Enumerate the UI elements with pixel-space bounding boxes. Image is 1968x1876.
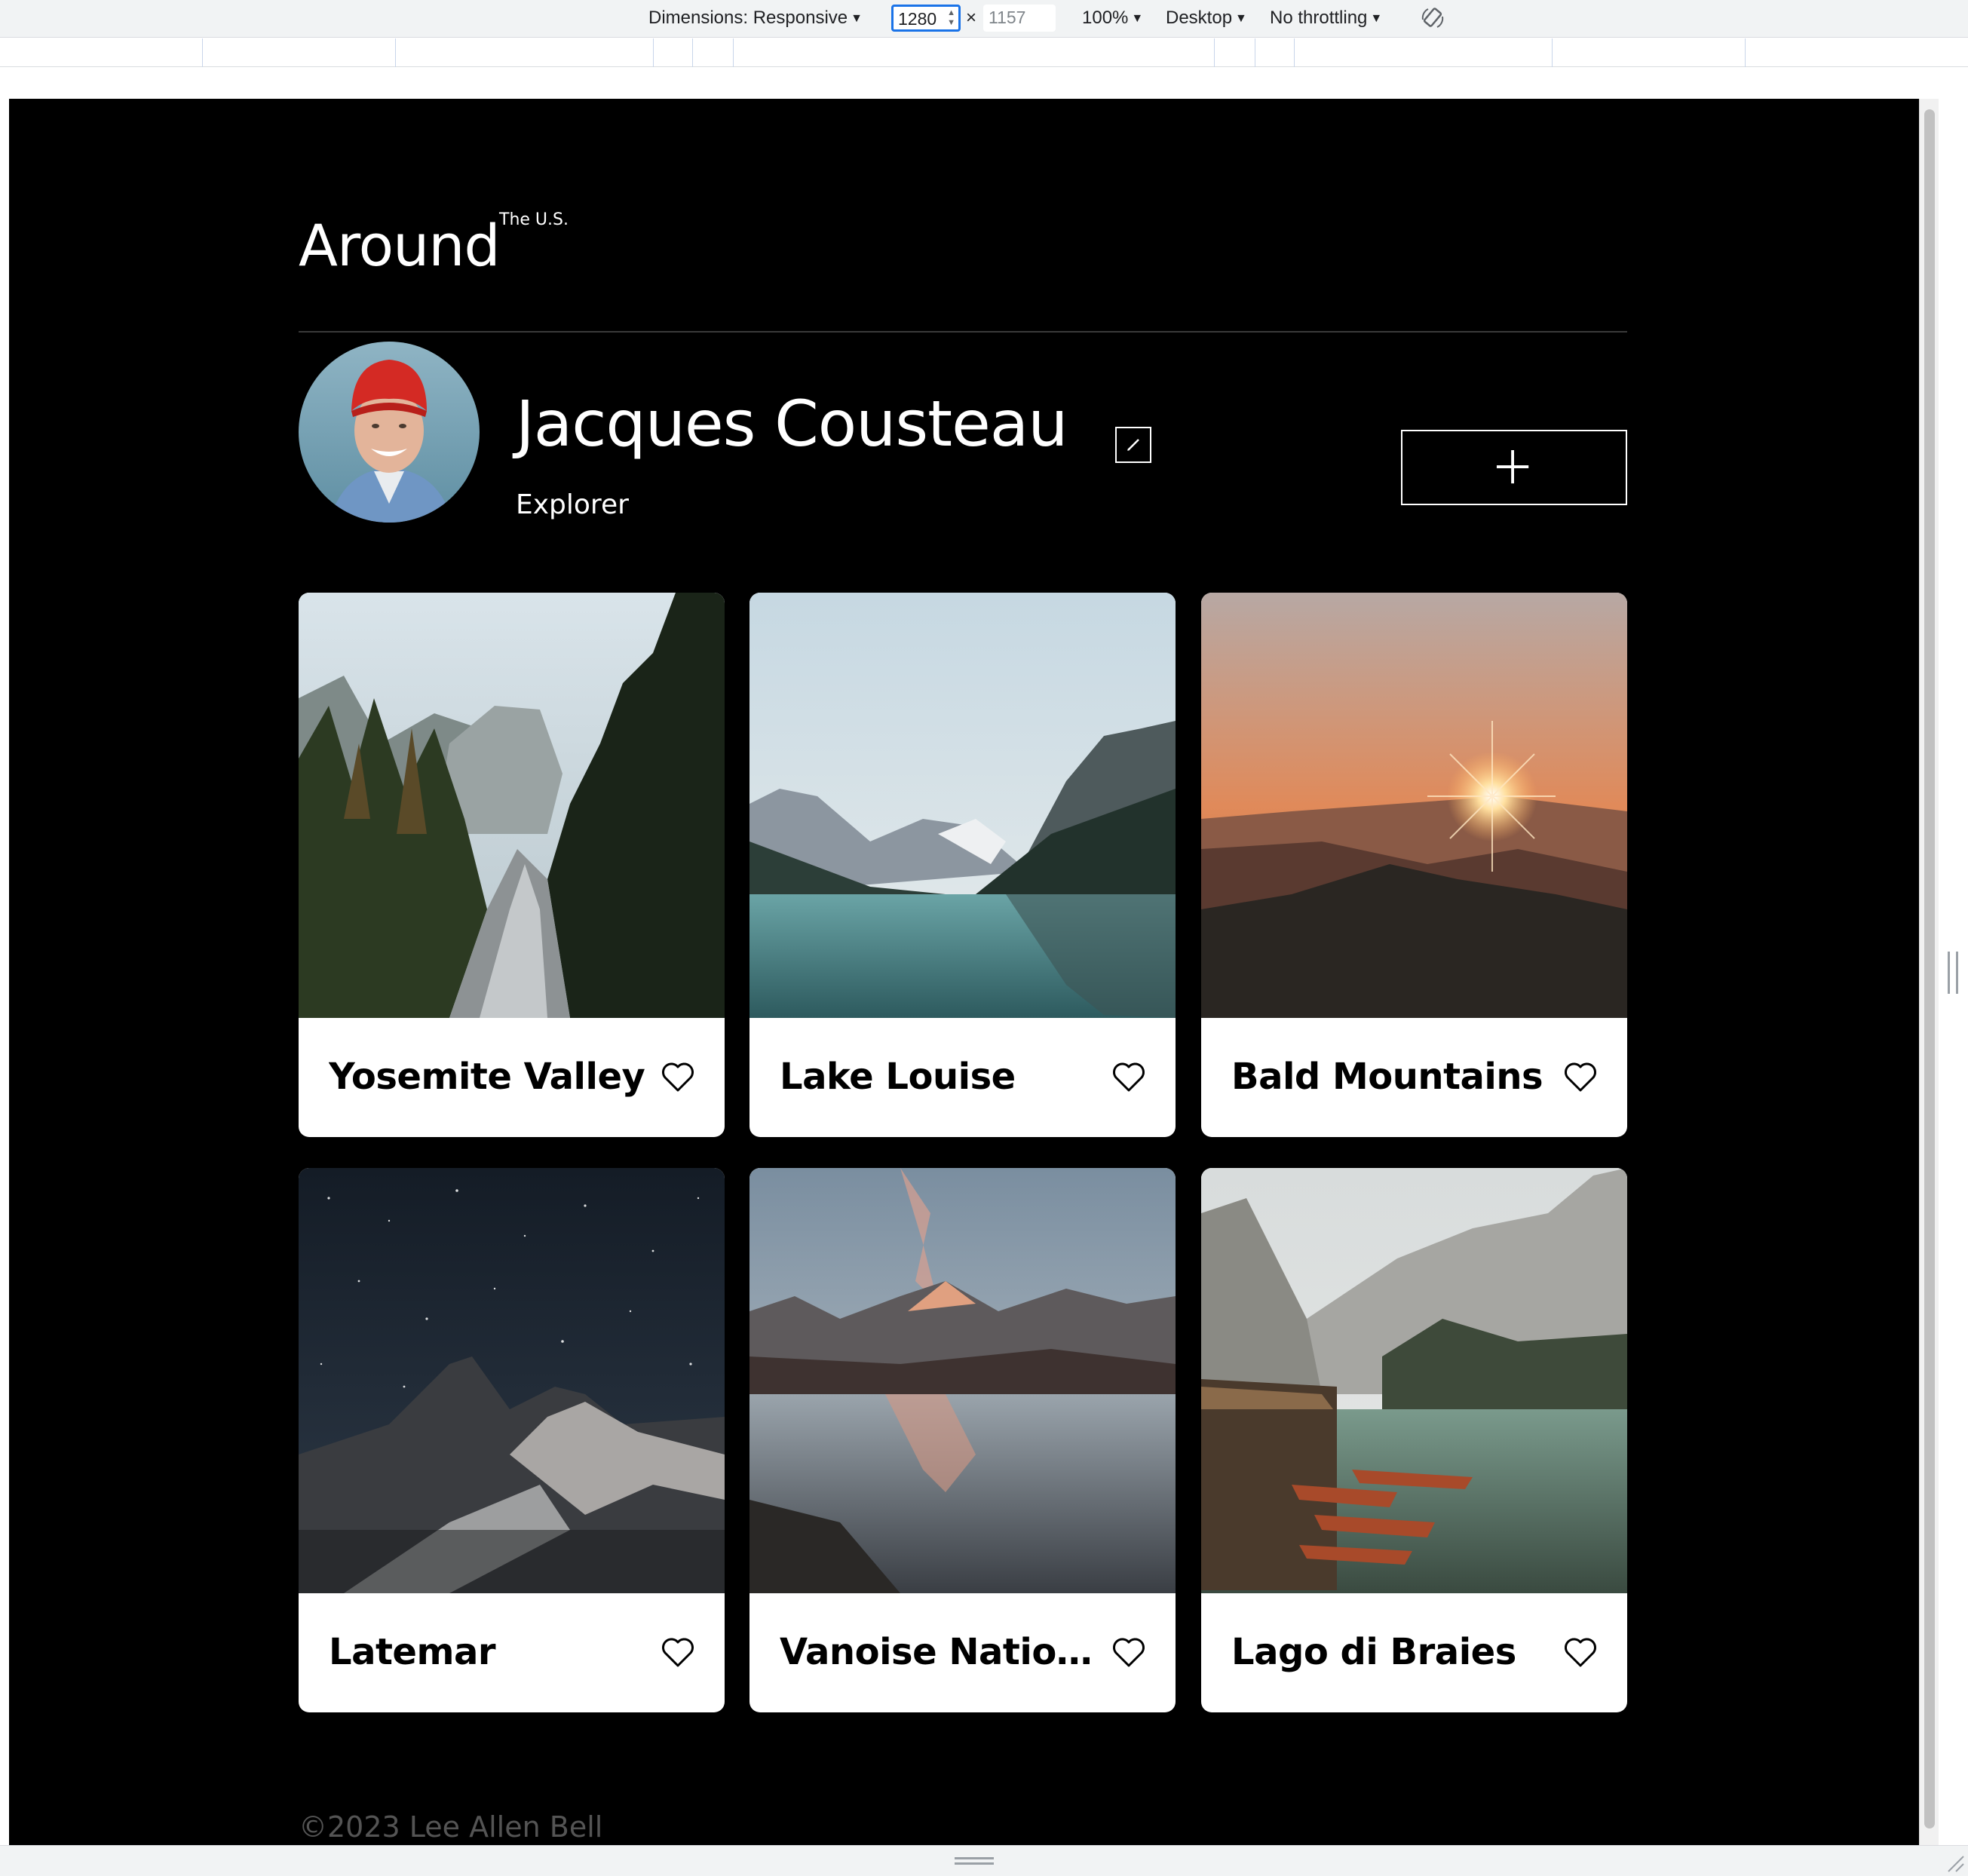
- emulated-viewport: Around The U.S. Jacques Cousteau Explore…: [9, 99, 1919, 1845]
- heart-outline-icon[interactable]: [661, 1637, 695, 1669]
- media-query-ruler: [0, 38, 1968, 67]
- profile-job: Explorer: [516, 489, 629, 520]
- card-image[interactable]: [299, 593, 725, 1018]
- heart-outline-icon[interactable]: [1111, 1062, 1146, 1093]
- card-image[interactable]: [299, 1168, 725, 1593]
- ruler-mark[interactable]: [653, 38, 654, 67]
- caret-down-icon: ▼: [851, 12, 863, 25]
- card-title: Lago di Braies: [1231, 1631, 1516, 1673]
- height-input[interactable]: 1157: [983, 5, 1056, 32]
- place-card: Bald Mountains: [1201, 593, 1627, 1137]
- dimensions-label: Dimensions: Responsive: [648, 8, 848, 28]
- device-dropdown[interactable]: Desktop ▼: [1166, 8, 1247, 29]
- heart-outline-icon[interactable]: [1563, 1062, 1598, 1093]
- width-input[interactable]: 1280 ▲ ▼: [891, 5, 961, 32]
- card-title: Yosemite Valley: [329, 1056, 645, 1098]
- edit-pencil-icon: [1127, 439, 1139, 451]
- place-card: Yosemite Valley: [299, 593, 725, 1137]
- ruler-mark[interactable]: [202, 38, 203, 67]
- heart-outline-icon[interactable]: [1111, 1637, 1146, 1669]
- edit-profile-button[interactable]: [1115, 427, 1151, 463]
- card-image[interactable]: [749, 1168, 1176, 1593]
- place-card: Latemar: [299, 1168, 725, 1712]
- ruler-mark[interactable]: [1745, 38, 1746, 67]
- card-image[interactable]: [1201, 593, 1627, 1018]
- place-card: Lago di Braies: [1201, 1168, 1627, 1712]
- card-image[interactable]: [749, 593, 1176, 1018]
- logo-superscript: The U.S.: [499, 210, 569, 229]
- card-title: Lake Louise: [780, 1056, 1016, 1098]
- ruler-mark[interactable]: [1214, 38, 1215, 67]
- device-label: Desktop: [1166, 8, 1233, 28]
- avatar[interactable]: [299, 342, 480, 523]
- ruler-mark[interactable]: [733, 38, 734, 67]
- devtools-device-toolbar: Dimensions: Responsive ▼ 1280 ▲ ▼ × 1157 1…: [0, 0, 1968, 38]
- ruler-mark[interactable]: [692, 38, 693, 67]
- spinner-icon[interactable]: ▲ ▼: [947, 8, 955, 28]
- throttling-label: No throttling: [1270, 8, 1368, 28]
- card-title: Vanoise National Park: [780, 1631, 1096, 1673]
- zoom-label: 100%: [1082, 8, 1129, 28]
- resize-handle-right[interactable]: [1948, 952, 1958, 994]
- card-image[interactable]: [1201, 1168, 1627, 1593]
- caret-down-icon: ▼: [1131, 12, 1144, 25]
- rotate-icon[interactable]: [1419, 5, 1446, 32]
- caret-down-icon: ▼: [1235, 12, 1247, 25]
- card-title: Latemar: [329, 1631, 496, 1673]
- zoom-dropdown[interactable]: 100% ▼: [1082, 8, 1143, 29]
- ruler-mark[interactable]: [1294, 38, 1295, 67]
- resize-corner-icon[interactable]: [1944, 1852, 1965, 1873]
- place-card: Lake Louise: [749, 593, 1176, 1137]
- ruler-mark[interactable]: [395, 38, 396, 67]
- site-header: Around The U.S.: [299, 152, 1627, 333]
- heart-outline-icon[interactable]: [661, 1062, 695, 1093]
- caret-down-icon: ▼: [1370, 12, 1383, 25]
- scrollbar-thumb[interactable]: [1924, 109, 1935, 1828]
- dimensions-dropdown[interactable]: Dimensions: Responsive ▼: [648, 8, 863, 29]
- card-title: Bald Mountains: [1231, 1056, 1543, 1098]
- height-placeholder: 1157: [989, 8, 1026, 27]
- plus-icon: [1496, 449, 1529, 484]
- width-value: 1280: [898, 9, 937, 29]
- copyright-footer: ©2023 Lee Allen Bell: [299, 1810, 603, 1844]
- times-separator: ×: [966, 8, 977, 28]
- ruler-mark[interactable]: [1552, 38, 1553, 67]
- heart-outline-icon[interactable]: [1563, 1637, 1598, 1669]
- profile-name: Jacques Cousteau: [516, 387, 1068, 461]
- throttling-dropdown[interactable]: No throttling ▼: [1270, 8, 1382, 29]
- add-card-button[interactable]: [1401, 430, 1627, 505]
- page: Around The U.S. Jacques Cousteau Explore…: [299, 99, 1627, 1845]
- resize-handle-bottom[interactable]: [955, 1857, 994, 1865]
- place-card: Vanoise National Park: [749, 1168, 1176, 1712]
- vertical-scrollbar[interactable]: [1919, 99, 1939, 1845]
- logo: Around: [299, 212, 501, 279]
